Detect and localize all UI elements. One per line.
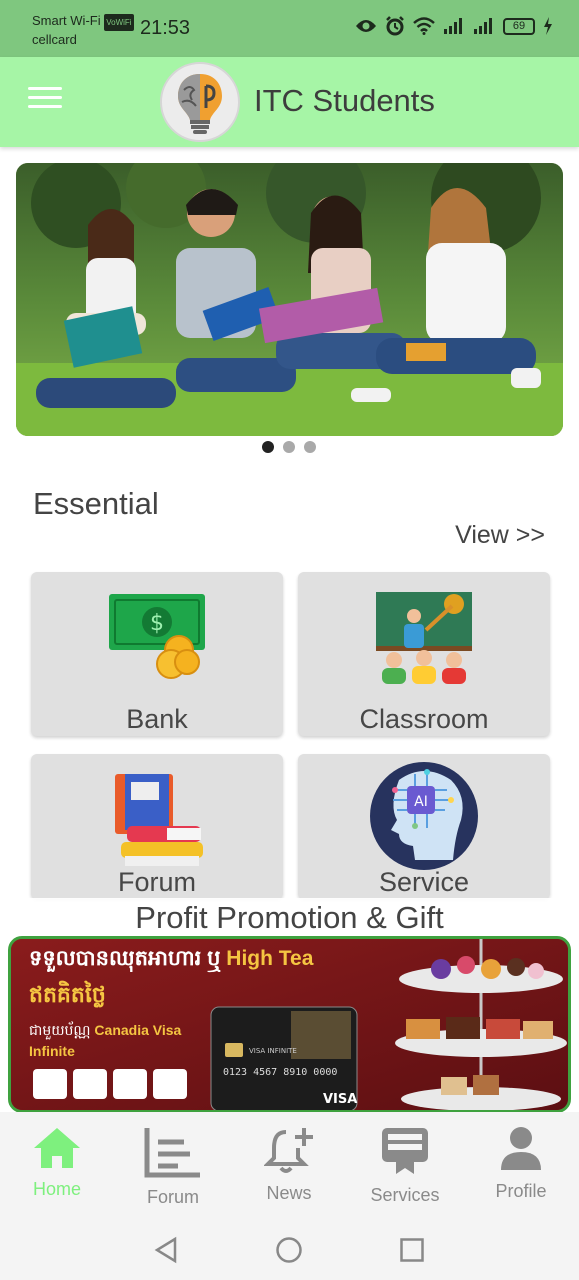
promotion-section-title: Profit Promotion & Gift <box>0 898 579 938</box>
services-icon <box>382 1128 428 1174</box>
signal-icon <box>444 18 462 34</box>
status-time: 21:53 <box>140 17 191 39</box>
nav-profile-label: Profile <box>495 1181 547 1201</box>
card-tier: VISA INFINITE <box>249 1047 297 1055</box>
battery-icon: 69 <box>503 17 535 35</box>
promo-line-1-english: High Tea <box>226 947 314 970</box>
nav-news[interactable]: News <box>234 1126 344 1204</box>
app-title: ITC Students <box>254 83 435 118</box>
back-icon[interactable] <box>153 1236 179 1264</box>
books-icon <box>115 774 203 866</box>
person-icon <box>501 1127 541 1170</box>
image-carousel[interactable] <box>16 163 563 436</box>
home-circle-icon[interactable] <box>275 1236 303 1264</box>
carousel-dot[interactable] <box>283 441 295 453</box>
carousel-dot[interactable] <box>304 441 316 453</box>
wifi-icon <box>413 17 435 35</box>
classroom-card-label: Classroom <box>359 704 489 734</box>
promo-line-2: ឥតគិតថ្លៃ <box>29 982 106 1007</box>
nav-home[interactable]: Home <box>2 1126 112 1200</box>
recents-icon[interactable] <box>399 1237 425 1263</box>
ai-head-icon: AI <box>370 762 478 870</box>
bell-plus-icon <box>263 1128 313 1173</box>
classroom-icon <box>376 592 472 684</box>
forum-card-label: Forum <box>117 867 196 897</box>
promo-line-3-khmer: ជាមួយប័ណ្ណ <box>29 1022 91 1038</box>
service-card-label: Service <box>378 867 470 897</box>
nav-forum-label: Forum <box>146 1187 199 1207</box>
service-card[interactable]: AI Service <box>298 754 550 899</box>
nav-profile[interactable]: Profile <box>466 1126 576 1202</box>
money-icon: $ <box>109 594 205 679</box>
nav-services[interactable]: Services <box>350 1126 460 1206</box>
essential-section-title: Essential <box>33 486 159 521</box>
home-icon <box>34 1128 80 1168</box>
system-navigation-bar <box>0 1220 579 1280</box>
carrier-name: Smart Wi-Fi <box>32 13 101 28</box>
eye-icon <box>356 20 376 32</box>
vowifi-badge: VoWiFi <box>104 14 134 31</box>
nav-forum[interactable]: Forum <box>118 1126 228 1208</box>
carousel-dot-active[interactable] <box>262 441 274 453</box>
hamburger-line <box>28 96 62 99</box>
carousel-indicator <box>262 441 316 453</box>
carrier-info: Smart Wi-Fi VoWiFi cellcard <box>32 12 134 48</box>
promotion-banner[interactable]: 0123 4567 8910 0000 VISA INFINITE VISA ទ… <box>8 936 571 1113</box>
promo-line-1-khmer: ទទួលបានឈុតអាហារ ឬ <box>29 947 221 970</box>
hamburger-line <box>28 87 62 90</box>
promo-line-3-english: Canadia Visa <box>94 1022 182 1038</box>
bank-card[interactable]: $ Bank <box>31 572 283 736</box>
promo-line-4: Infinite <box>29 1043 75 1059</box>
status-icons: 69 <box>355 16 553 36</box>
classroom-card[interactable]: Classroom <box>298 572 550 736</box>
svg-text:$: $ <box>150 611 164 636</box>
students-photo <box>16 163 563 436</box>
nav-news-label: News <box>266 1183 312 1203</box>
view-all-link[interactable]: View >> <box>455 521 545 550</box>
promo-line-3: ជាមួយប័ណ្ណ Canadia Visa <box>29 1021 181 1042</box>
signal-icon-2 <box>474 18 492 34</box>
status-bar: Smart Wi-Fi VoWiFi cellcard 21:53 69 <box>0 0 579 57</box>
carrier-secondary: cellcard <box>32 32 77 47</box>
forum-card[interactable]: Forum <box>31 754 283 899</box>
svg-text:AI: AI <box>414 794 428 810</box>
bottom-navigation: Home Forum News Services Profile <box>0 1112 579 1220</box>
bank-card-label: Bank <box>126 704 188 734</box>
nav-home-label: Home <box>32 1179 81 1199</box>
alarm-icon <box>386 16 404 36</box>
promo-line-1: ទទួលបានឈុតអាហារ ឬ High Tea <box>29 945 313 976</box>
hamburger-line <box>28 105 62 108</box>
card-number: 0123 4567 8910 0000 <box>223 1067 337 1078</box>
card-brand: VISA <box>323 1092 357 1107</box>
charging-icon <box>544 17 552 35</box>
brain-bulb-logo <box>160 62 240 142</box>
forum-icon <box>144 1128 200 1178</box>
app-bar: ITC Students <box>0 57 579 147</box>
nav-services-label: Services <box>370 1185 440 1205</box>
hamburger-menu-button[interactable] <box>28 87 62 117</box>
